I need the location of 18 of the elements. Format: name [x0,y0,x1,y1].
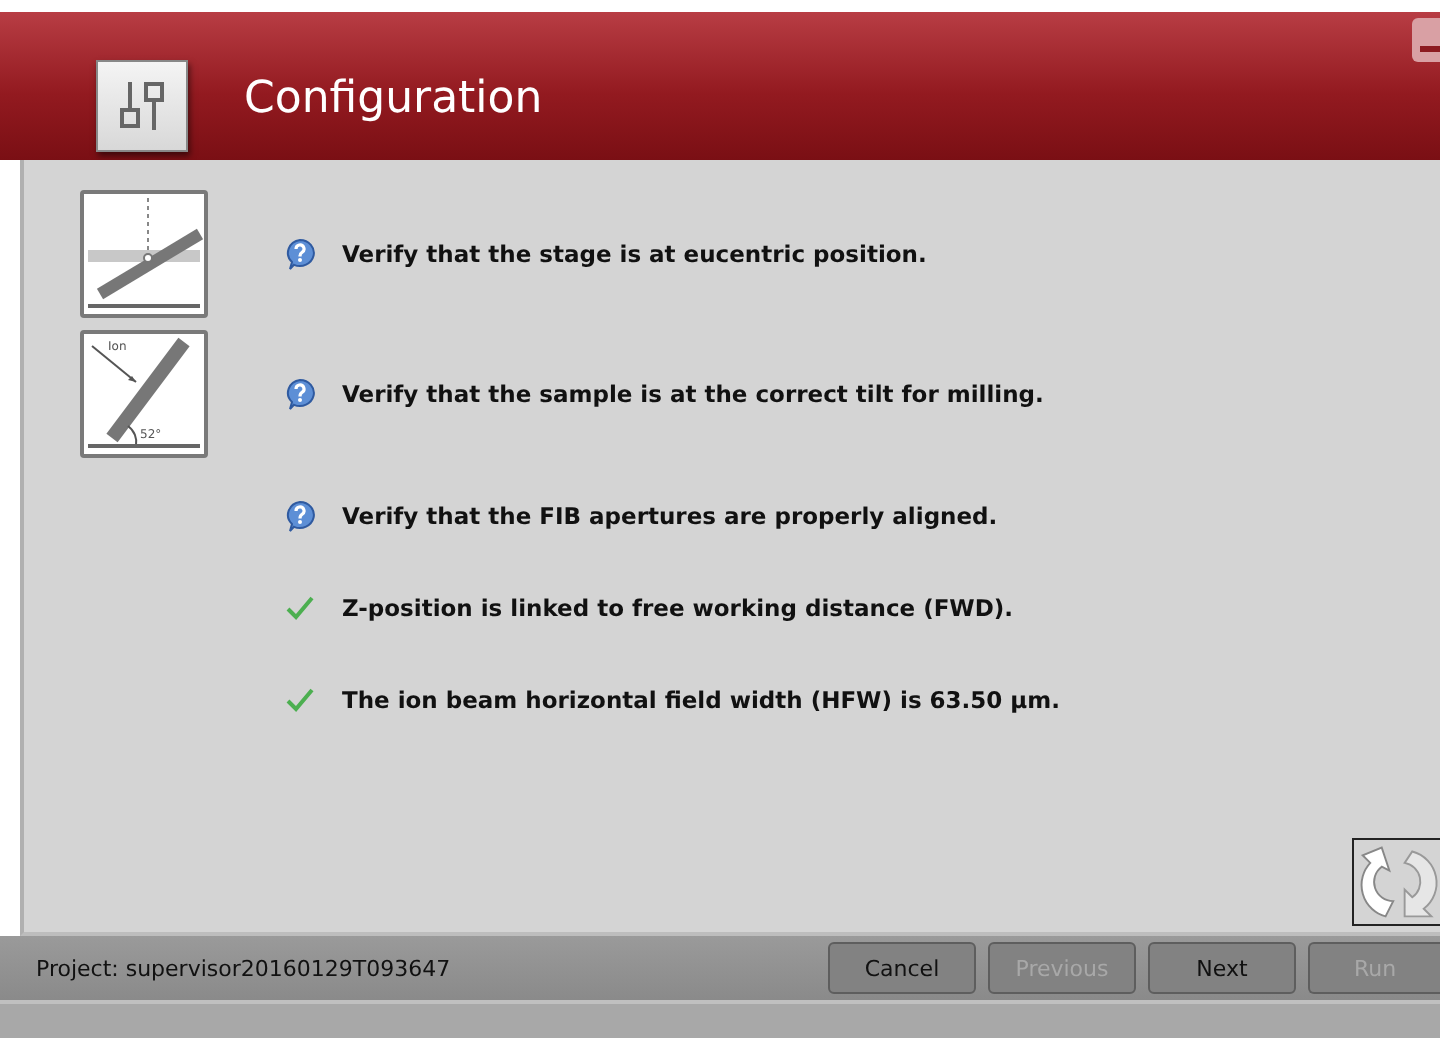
help-icon [284,378,316,410]
check-icon [284,592,316,624]
window-title: Configuration [244,73,543,123]
check-item-text: The ion beam horizontal field width (HFW) is 63.50 µm. [342,686,1060,714]
check-icon [284,684,316,716]
refresh-icon[interactable] [1352,838,1440,926]
check-item-text: Verify that the sample is at the correct tilt for milling. [342,380,1044,408]
settings-icon [96,60,188,152]
eucentric-stage-diagram [80,190,208,318]
check-item-text: Verify that the FIB apertures are properly aligned. [342,502,998,530]
wizard-button[interactable]: Cancel [828,942,976,994]
project-label: Project: supervisor20160129T093647 [36,955,453,981]
minimize-button[interactable] [1412,18,1440,62]
help-icon [284,500,316,532]
check-item-text: Verify that the stage is at eucentric position. [342,240,927,268]
wizard-button[interactable]: Next [1148,942,1296,994]
help-icon [284,238,316,270]
check-item-text: Z-position is linked to free working distance (FWD). [342,594,1014,622]
